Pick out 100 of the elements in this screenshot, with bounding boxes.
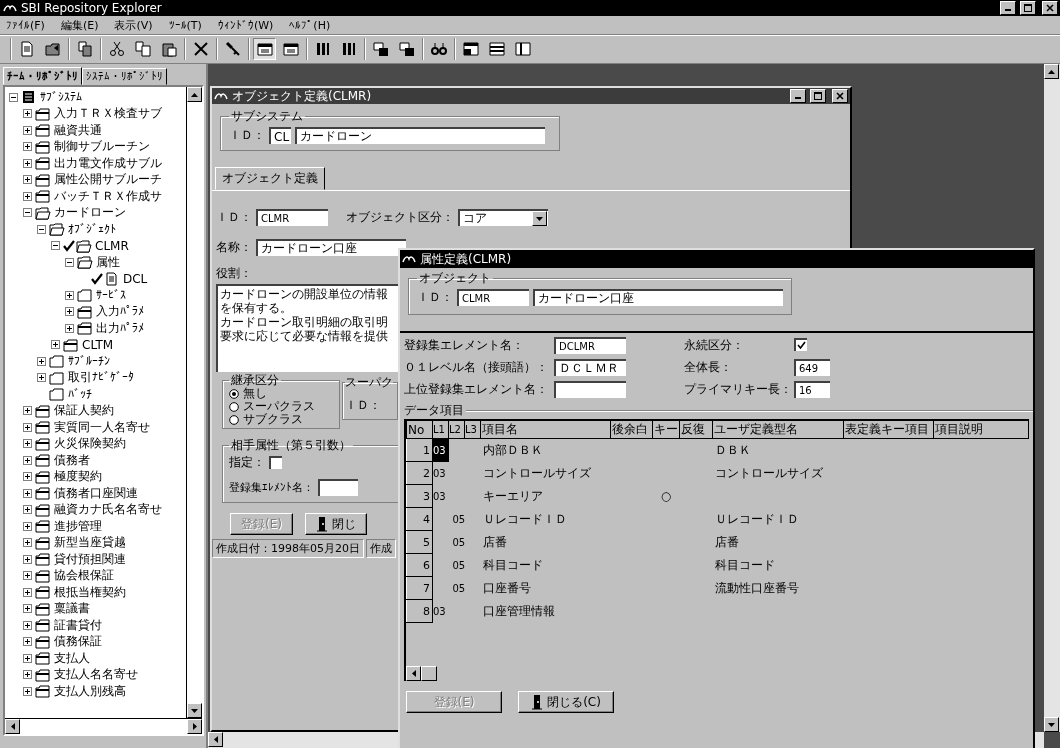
tree-item[interactable]: 協会根保証 (54, 567, 114, 585)
tree-item[interactable]: 稟議書 (54, 600, 90, 618)
radio-option[interactable]: 無し (229, 387, 333, 400)
tree-item[interactable]: ｵﾌﾞｼﾞｪｸﾄ (68, 222, 116, 237)
tree-item[interactable]: バッチＴＲＸ作成サ (54, 187, 162, 205)
expand-icon[interactable] (23, 637, 32, 647)
expand-icon[interactable] (65, 307, 74, 317)
scroll-right-button[interactable] (187, 719, 202, 734)
column-header[interactable]: キー (652, 420, 680, 439)
expand-icon[interactable] (23, 191, 32, 201)
level-name-field[interactable]: ＤＣＬＭＲ (554, 359, 626, 376)
column-header[interactable]: 表定義キー項目 (843, 420, 934, 439)
minimize-button[interactable] (1000, 1, 1016, 15)
tree-item[interactable]: 融資共通 (54, 121, 102, 139)
expand-icon[interactable] (51, 340, 60, 350)
tree-item[interactable]: カードローン (54, 204, 126, 222)
column-header[interactable]: 項目名 (480, 420, 611, 439)
expand-icon[interactable] (65, 290, 74, 300)
scroll-down-button[interactable] (1044, 717, 1059, 732)
column-header[interactable]: ユーザ定義型名 (712, 420, 844, 439)
expand-icon[interactable] (23, 472, 32, 482)
scroll-left-button[interactable] (208, 732, 223, 747)
name-field[interactable]: カードローン口座 (533, 289, 783, 306)
name-field[interactable]: カードローン口座 (256, 239, 406, 256)
tree-item[interactable]: 実質同一人名寄せ (54, 418, 150, 436)
tree-item[interactable]: 属性公開サブルーチ (54, 171, 162, 189)
scroll-left-button[interactable] (5, 719, 20, 734)
expand-icon[interactable] (23, 142, 32, 152)
menu-item[interactable]: ﾂｰﾙ(T) (168, 18, 202, 32)
total-length-field[interactable]: 649 (794, 359, 830, 376)
expand-icon[interactable] (23, 505, 32, 515)
expand-icon[interactable] (23, 538, 32, 548)
close-button[interactable] (1042, 1, 1058, 15)
tree-item[interactable]: 制御サブルーチン (54, 138, 150, 156)
menu-item[interactable]: 表示(V) (114, 17, 153, 33)
tree-item[interactable]: 貸付預担関連 (54, 550, 126, 568)
expand-icon[interactable] (23, 488, 32, 498)
tree-item[interactable]: 出力ﾊﾟﾗﾒ (96, 319, 144, 337)
tree-item[interactable]: CLMR (95, 238, 129, 253)
horizontal-scrollbar[interactable] (5, 718, 202, 734)
element-field[interactable]: DCLMR (554, 337, 626, 354)
id-field[interactable]: CLMR (457, 289, 529, 306)
expand-icon[interactable] (37, 356, 46, 366)
maximize-button[interactable] (1020, 1, 1036, 15)
row-header[interactable]: 5 (406, 530, 433, 554)
checkbox[interactable] (269, 456, 282, 469)
expand-icon[interactable] (23, 670, 32, 680)
expand-icon[interactable] (23, 422, 32, 432)
column-header[interactable]: 項目説明 (933, 420, 1029, 439)
tree-item[interactable]: 融資カナ氏名名寄せ (54, 501, 162, 519)
expand-icon[interactable] (23, 521, 32, 531)
tree-item[interactable]: ｻﾌﾞｼｽﾃﾑ (40, 90, 82, 105)
tree-item[interactable]: ﾊﾞｯﾁ (68, 387, 92, 402)
name-field[interactable]: カードローン (295, 127, 545, 144)
row-header[interactable]: 1 (406, 438, 433, 462)
expand-icon[interactable] (65, 323, 74, 333)
row-header[interactable]: 2 (406, 461, 433, 485)
collapse-icon[interactable] (51, 241, 60, 251)
column-header[interactable]: 後余白 (610, 420, 653, 439)
row-header[interactable]: 3 (406, 484, 433, 508)
tree-item[interactable]: 進捗管理 (54, 517, 102, 535)
tree-item[interactable]: CLTM (82, 337, 114, 352)
scroll-down-button[interactable] (187, 703, 202, 718)
radio-option[interactable]: スーパクラス (229, 400, 333, 413)
tree-item[interactable]: DCL (123, 271, 148, 286)
tree-item[interactable]: 証書貸付 (54, 616, 102, 634)
tree-item[interactable]: 入力ＴＲＸ検査サブ (54, 105, 162, 123)
row-header[interactable]: 8 (406, 599, 433, 623)
tree-item[interactable]: 債務保証 (54, 633, 102, 651)
column-header[interactable]: No (406, 420, 433, 439)
tree-item[interactable]: 根抵当権契約 (54, 583, 126, 601)
tree-item[interactable]: 支払人別残高 (54, 682, 126, 700)
parent-element-field[interactable] (554, 381, 626, 398)
expand-icon[interactable] (23, 587, 32, 597)
tree-item[interactable]: 火災保険契約 (54, 435, 126, 453)
tab[interactable]: ﾁｰﾑ・ﾘﾎﾟｼﾞﾄﾘ (3, 67, 82, 85)
tree-item[interactable]: 債務者口座関連 (54, 484, 138, 502)
id-field[interactable]: CLMR (256, 209, 328, 226)
vertical-scrollbar[interactable] (1044, 64, 1060, 732)
expand-icon[interactable] (23, 653, 32, 663)
collapse-icon[interactable] (65, 257, 74, 267)
tree-item[interactable]: 保証人契約 (54, 402, 114, 420)
expand-icon[interactable] (23, 620, 32, 630)
expand-icon[interactable] (23, 439, 32, 449)
tree-item[interactable]: 取引ﾅﾋﾞｹﾞｰﾀ (68, 369, 134, 387)
expand-icon[interactable] (23, 158, 32, 168)
role-text-area[interactable]: カードローンの開設単位の情報 を保有する。 カードローン取引明細の取引明 要求に応じて必要な情報を提供 (216, 284, 399, 372)
tree-item[interactable]: 新型当座貸越 (54, 534, 126, 552)
tree-item[interactable]: 債務者 (54, 451, 90, 469)
menu-item[interactable]: ﾍﾙﾌﾟ(H) (289, 18, 331, 32)
expand-icon[interactable] (23, 686, 32, 696)
menu-item[interactable]: ﾌｧｲﾙ(F) (6, 18, 45, 32)
tree-item[interactable]: 支払人名名寄せ (54, 666, 138, 684)
scroll-up-button[interactable] (187, 87, 202, 102)
column-header[interactable]: 反復 (679, 420, 713, 439)
tree-item[interactable]: 出力電文作成サブル (54, 154, 162, 172)
row-header[interactable]: 6 (406, 553, 433, 577)
menu-item[interactable]: ｳｨﾝﾄﾞｳ(W) (217, 18, 274, 32)
id-field[interactable]: CL (269, 127, 291, 144)
scroll-thumb[interactable] (421, 666, 437, 681)
